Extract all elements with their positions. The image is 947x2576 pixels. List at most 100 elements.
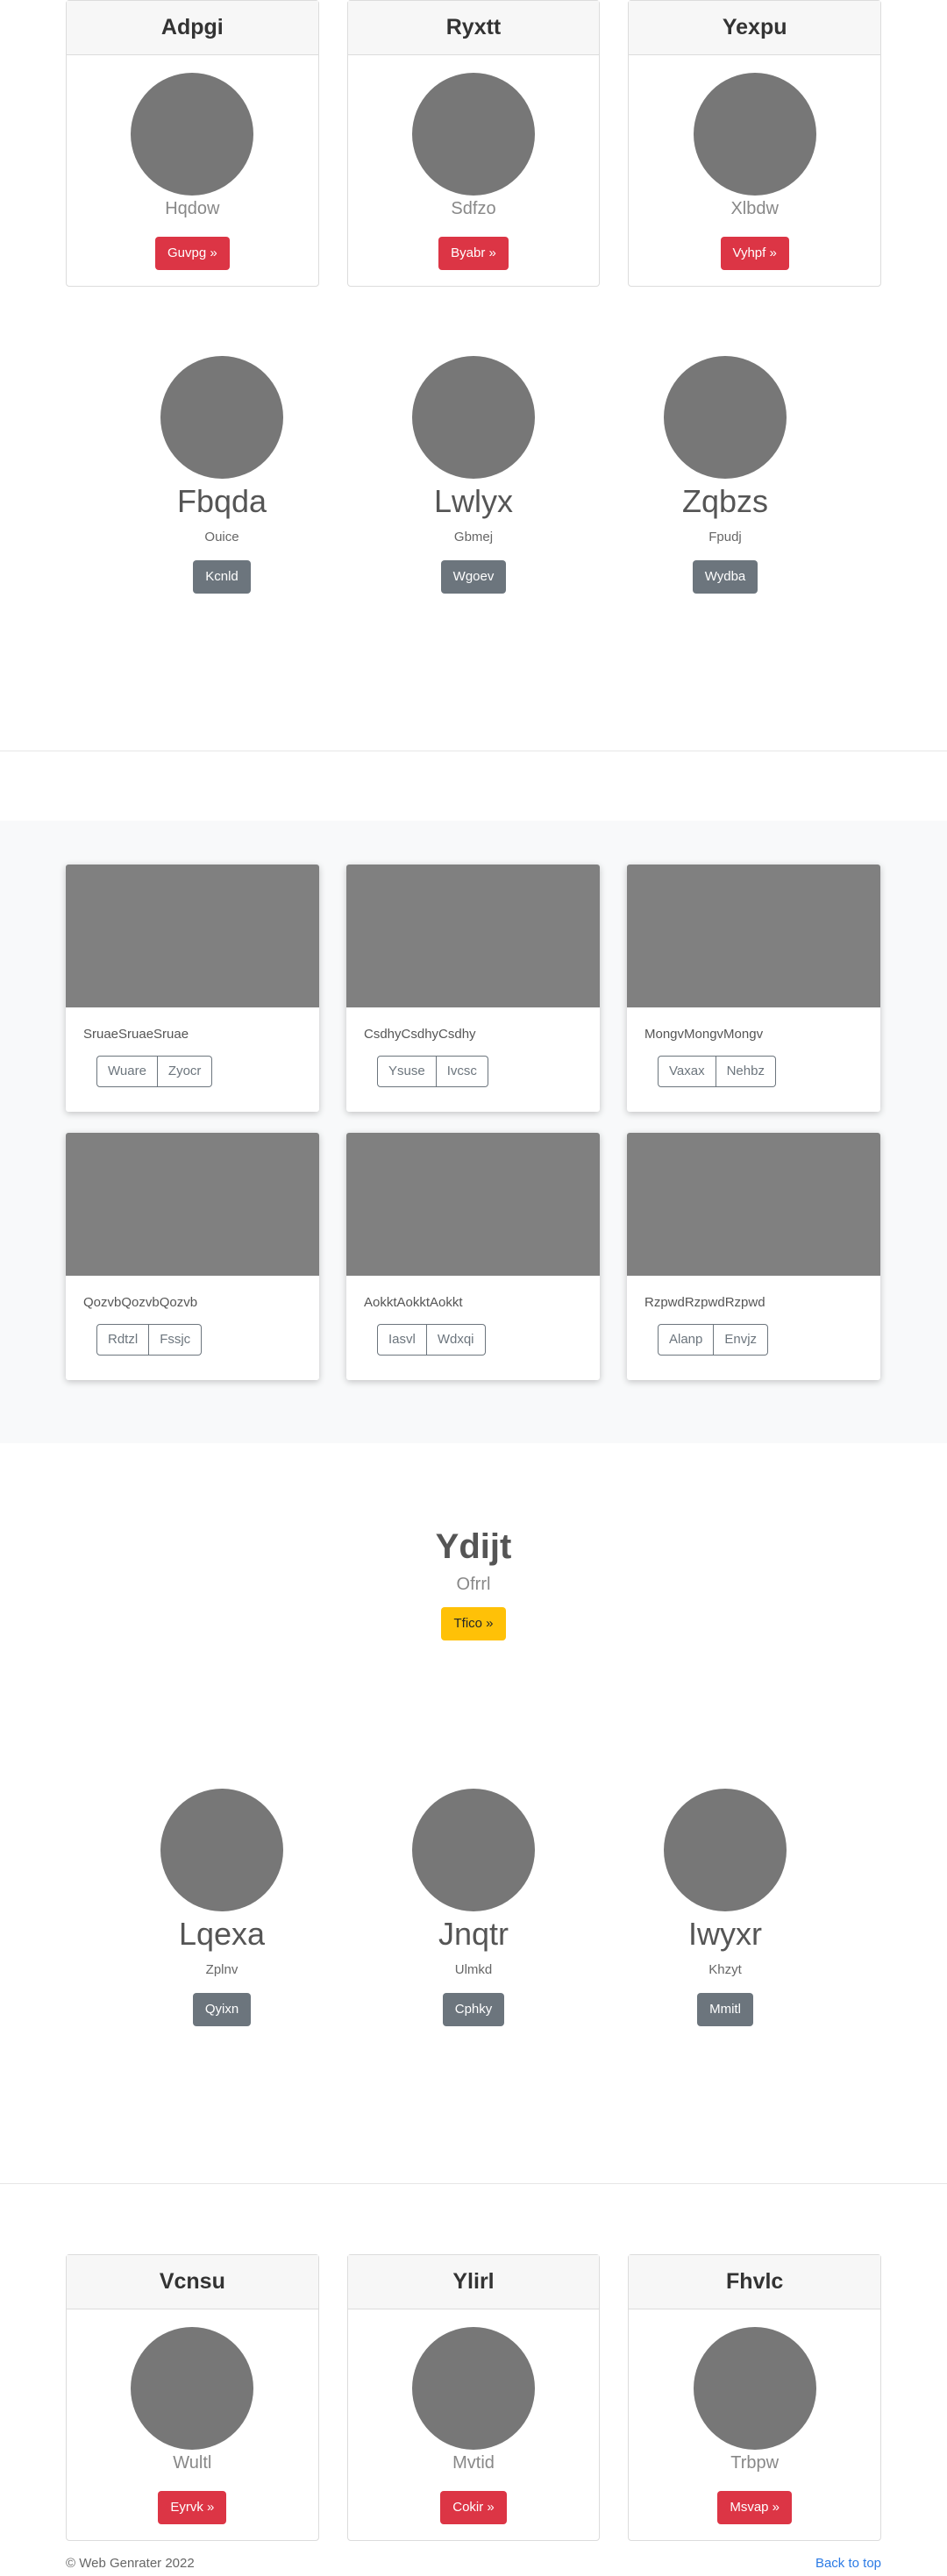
button-group: Iasvl Wdxqi	[377, 1324, 486, 1356]
person-button[interactable]: Qyixn	[192, 1993, 252, 2026]
profile-card: Fhvlc Trbpw Msvap »	[628, 2254, 882, 2541]
card-action-button[interactable]: Byabr »	[438, 237, 509, 270]
card-subtitle: Xlbdw	[730, 199, 779, 218]
person-item: Jnqtr Ulmkd Cphky	[348, 1789, 599, 2026]
person-item: Fbqda Ouice Kcnld	[96, 356, 347, 594]
card-button-right[interactable]: Zyocr	[157, 1056, 213, 1087]
person-item: Lqexa Zplnv Qyixn	[96, 1789, 347, 2026]
person-button[interactable]: Wydba	[692, 560, 758, 594]
gallery-card: AokktAokktAokkt Iasvl Wdxqi	[346, 1133, 600, 1380]
avatar-placeholder	[664, 1789, 787, 1911]
card-text: MongvMongvMongv	[644, 1027, 764, 1042]
people-row: Lqexa Zplnv Qyixn Jnqtr Ulmkd Cphky Iwyx…	[96, 1789, 851, 2026]
person-button[interactable]: Wgoev	[440, 560, 507, 594]
gallery-card: SruaeSruaeSruae Wuare Zyocr	[66, 865, 319, 1112]
person-name: Lqexa	[178, 1916, 266, 1952]
gallery-section: SruaeSruaeSruae Wuare Zyocr CsdhyCsdhyCs…	[0, 821, 947, 1443]
hero-button[interactable]: Tfico »	[441, 1607, 506, 1640]
button-group: Vaxax Nehbz	[658, 1056, 776, 1087]
person-subtitle: Gbmej	[453, 530, 494, 544]
card-subtitle: Wultl	[173, 2453, 212, 2473]
gallery-card: CsdhyCsdhyCsdhy Ysuse Ivcsc	[346, 865, 600, 1112]
card-button-right[interactable]: Wdxqi	[426, 1324, 486, 1356]
avatar-placeholder	[412, 2327, 535, 2450]
card-action-button[interactable]: Eyrvk »	[158, 2491, 227, 2524]
card-text: SruaeSruaeSruae	[83, 1027, 189, 1042]
image-placeholder	[66, 865, 319, 1007]
back-to-top-link[interactable]: Back to top	[815, 2556, 881, 2571]
hero-section: Ydijt Ofrrl Tfico »	[0, 1526, 947, 1640]
profile-card: Adpgi Hqdow Guvpg »	[66, 0, 319, 287]
card-button-right[interactable]: Fssjc	[149, 1324, 203, 1356]
section-divider	[0, 2183, 947, 2184]
card-title: Ylirl	[347, 2255, 600, 2309]
person-name: Lwlyx	[433, 483, 514, 519]
card-action-button[interactable]: Guvpg »	[154, 237, 230, 270]
person-name: Iwyxr	[688, 1916, 762, 1952]
card-button-left[interactable]: Wuare	[96, 1056, 158, 1087]
person-subtitle: Fpudj	[708, 530, 742, 544]
button-group: Alanp Envjz	[658, 1324, 769, 1356]
card-text: CsdhyCsdhyCsdhy	[364, 1027, 476, 1042]
image-placeholder	[627, 865, 880, 1007]
button-group: Ysuse Ivcsc	[377, 1056, 488, 1087]
gallery-card: MongvMongvMongv Vaxax Nehbz	[627, 865, 880, 1112]
card-subtitle: Trbpw	[730, 2453, 780, 2473]
person-subtitle: Ulmkd	[454, 1962, 493, 1977]
person-name: Jnqtr	[438, 1916, 509, 1952]
card-button-left[interactable]: Rdtzl	[96, 1324, 150, 1356]
card-button-left[interactable]: Iasvl	[377, 1324, 427, 1356]
card-action-button[interactable]: Vyhpf »	[720, 237, 789, 270]
avatar-placeholder	[693, 2327, 816, 2450]
person-name: Fbqda	[176, 483, 267, 519]
person-subtitle: Ouice	[204, 530, 239, 544]
person-name: Zqbzs	[681, 483, 769, 519]
person-item: Iwyxr Khzyt Mmitl	[600, 1789, 851, 2026]
hero-subtitle: Ofrrl	[456, 1575, 491, 1594]
card-button-left[interactable]: Vaxax	[658, 1056, 716, 1087]
card-title: Vcnsu	[67, 2255, 318, 2309]
person-button[interactable]: Kcnld	[193, 560, 251, 594]
card-action-button[interactable]: Cokir »	[440, 2491, 507, 2524]
card-subtitle: Mvtid	[452, 2453, 495, 2473]
gallery-card: RzpwdRzpwdRzpwd Alanp Envjz	[627, 1133, 880, 1380]
card-text: AokktAokktAokkt	[364, 1295, 463, 1310]
avatar-placeholder	[131, 73, 254, 196]
card-action-button[interactable]: Msvap »	[717, 2491, 793, 2524]
profile-card: Ryxtt Sdfzo Byabr »	[346, 0, 601, 287]
card-button-left[interactable]: Ysuse	[377, 1056, 437, 1087]
card-title: Fhvlc	[629, 2255, 881, 2309]
card-button-right[interactable]: Nehbz	[716, 1056, 776, 1087]
gallery-card: QozvbQozvbQozvb Rdtzl Fssjc	[66, 1133, 319, 1380]
button-group: Wuare Zyocr	[96, 1056, 213, 1087]
avatar-placeholder	[131, 2327, 254, 2450]
avatar-placeholder	[693, 73, 816, 196]
person-item: Lwlyx Gbmej Wgoev	[348, 356, 599, 594]
card-title: Adpgi	[67, 1, 318, 55]
profile-card: Vcnsu Wultl Eyrvk »	[66, 2254, 319, 2541]
hero-title: Ydijt	[435, 1527, 512, 1566]
avatar-placeholder	[412, 356, 535, 479]
image-placeholder	[346, 1133, 600, 1276]
profile-card: Ylirl Mvtid Cokir »	[346, 2254, 601, 2541]
card-subtitle: Sdfzo	[451, 199, 496, 218]
image-placeholder	[66, 1133, 319, 1276]
avatar-placeholder	[664, 356, 787, 479]
person-button[interactable]: Mmitl	[697, 1993, 753, 2026]
avatar-placeholder	[160, 1789, 283, 1911]
card-button-right[interactable]: Envjz	[714, 1324, 769, 1356]
card-title: Ryxtt	[347, 1, 600, 55]
profile-card: Yexpu Xlbdw Vyhpf »	[628, 0, 882, 287]
avatar-placeholder	[160, 356, 283, 479]
card-text: RzpwdRzpwdRzpwd	[644, 1295, 765, 1310]
person-button[interactable]: Cphky	[442, 1993, 505, 2026]
image-placeholder	[346, 865, 600, 1007]
card-button-left[interactable]: Alanp	[658, 1324, 715, 1356]
person-item: Zqbzs Fpudj Wydba	[600, 356, 851, 594]
person-subtitle: Khzyt	[708, 1962, 742, 1977]
avatar-placeholder	[412, 1789, 535, 1911]
people-row: Fbqda Ouice Kcnld Lwlyx Gbmej Wgoev Zqbz…	[96, 356, 851, 594]
bottom-card-row: Vcnsu Wultl Eyrvk » Ylirl Mvtid Cokir » …	[66, 2254, 882, 2541]
card-title: Yexpu	[629, 1, 881, 55]
card-button-right[interactable]: Ivcsc	[436, 1056, 488, 1087]
